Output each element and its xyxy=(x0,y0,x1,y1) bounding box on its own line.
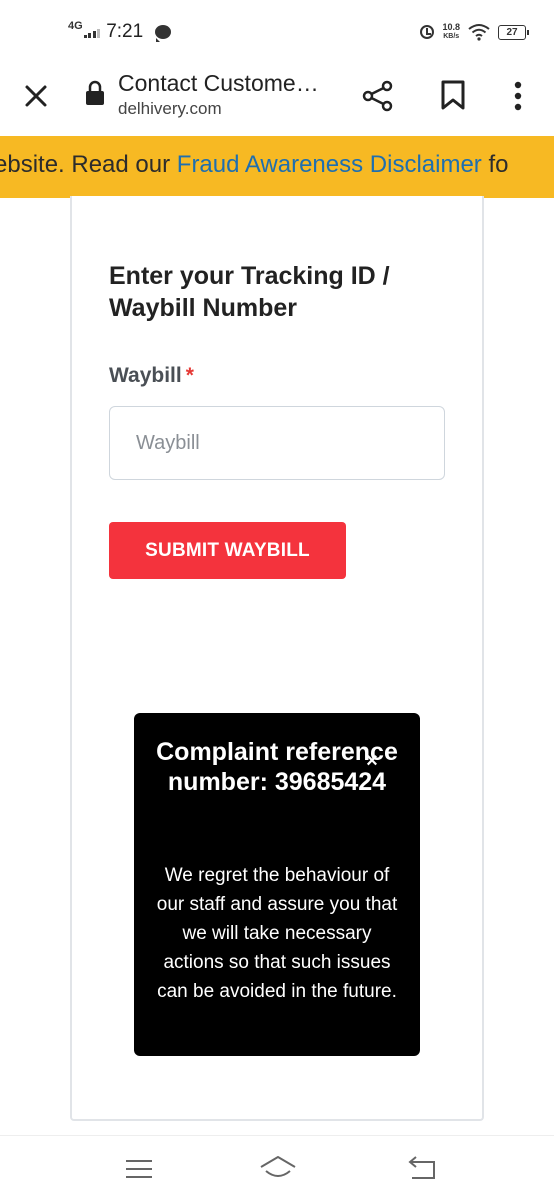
chat-notification-icon xyxy=(155,25,172,42)
domain-text: delhivery.com xyxy=(118,99,222,118)
system-nav-bar xyxy=(0,1135,554,1200)
status-right: 10.8 KB/s 27 xyxy=(420,20,529,44)
lock-icon[interactable] xyxy=(84,80,106,106)
menu-icon[interactable] xyxy=(124,1158,154,1180)
battery-icon: 27 xyxy=(498,24,529,40)
clock: 7:21 xyxy=(106,21,144,42)
signal-icon xyxy=(83,26,101,38)
banner-text: ebsite. Read our Fraud Awareness Disclai… xyxy=(0,151,508,179)
more-vert-icon[interactable] xyxy=(502,78,534,114)
close-icon[interactable] xyxy=(20,80,52,112)
complaint-toast: Complaint reference number: 39685424 × W… xyxy=(134,713,420,1056)
banner-text-before: ebsite. Read our xyxy=(0,151,177,178)
page-title: Contact Custome… xyxy=(118,70,319,96)
net-speed-unit: KB/s xyxy=(443,33,460,40)
required-marker: * xyxy=(185,364,194,387)
close-icon[interactable]: × xyxy=(362,751,382,771)
bookmark-icon[interactable] xyxy=(436,78,470,112)
back-icon[interactable] xyxy=(406,1154,438,1182)
banner-text-after: fo xyxy=(481,151,509,178)
submit-waybill-button[interactable]: SUBMIT WAYBILL xyxy=(109,522,346,579)
form-heading: Enter your Tracking ID / Waybill Number xyxy=(109,262,390,322)
wifi-icon xyxy=(468,24,490,41)
status-left: 4G 7:21 xyxy=(68,18,172,46)
network-type: 4G xyxy=(68,20,83,32)
battery-level: 27 xyxy=(506,26,518,38)
net-speed: 10.8 KB/s xyxy=(442,23,460,41)
fraud-disclaimer-link[interactable]: Fraud Awareness Disclaimer xyxy=(177,151,482,178)
fraud-banner: ebsite. Read our Fraud Awareness Disclai… xyxy=(0,136,554,198)
waybill-label-text: Waybill xyxy=(109,364,182,387)
waybill-input[interactable] xyxy=(109,406,445,480)
status-bar: 4G 7:21 10.8 KB/s 27 xyxy=(0,0,554,62)
toast-message: We regret the behaviour of our staff and… xyxy=(156,865,398,1002)
share-icon[interactable] xyxy=(360,78,396,114)
waybill-label: Waybill * xyxy=(109,364,194,388)
net-speed-value: 10.8 xyxy=(442,22,460,32)
alarm-icon xyxy=(420,25,435,39)
url-block[interactable]: Contact Custome… delhivery.com xyxy=(118,68,348,120)
browser-toolbar: Contact Custome… delhivery.com xyxy=(0,62,554,136)
home-icon[interactable] xyxy=(258,1154,298,1182)
